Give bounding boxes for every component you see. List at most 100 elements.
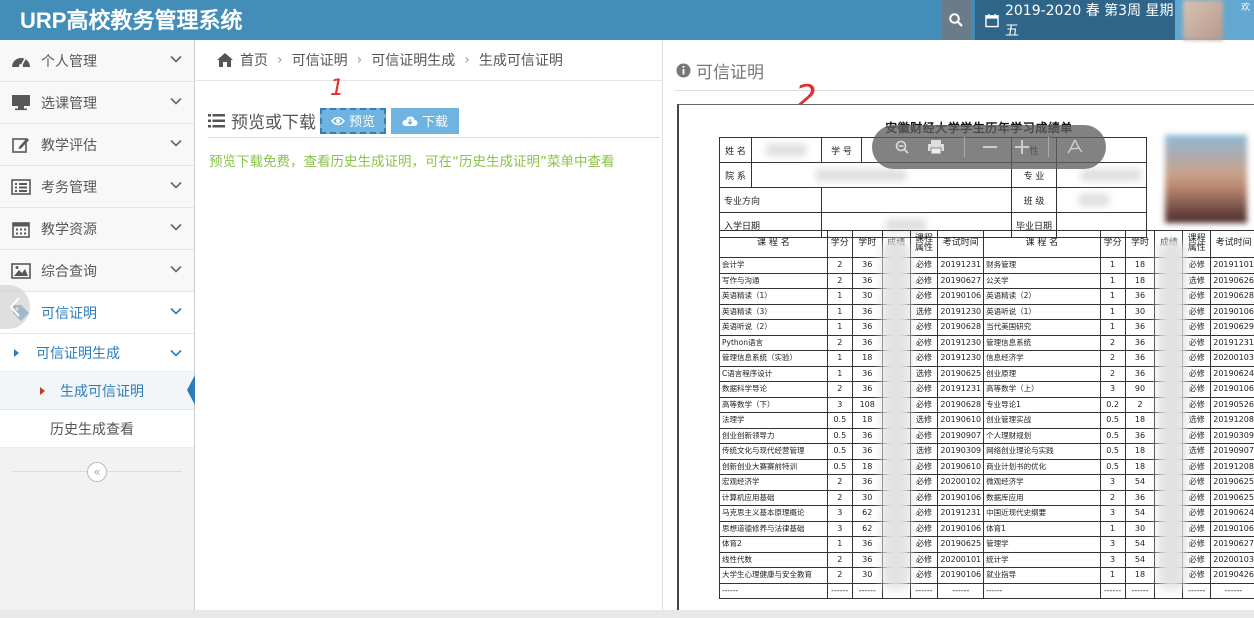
zoom-out-icon[interactable] (895, 140, 909, 154)
table-cell: 选修 (1182, 272, 1212, 289)
table-cell: 1 (1099, 303, 1126, 320)
table-cell: 54 (1124, 551, 1156, 568)
table-cell: 2 (826, 567, 853, 584)
home-icon[interactable] (216, 52, 234, 68)
sidebar-subgroup-generate[interactable]: 可信证明生成 (0, 334, 194, 372)
table-cell: 英语精读（3） (719, 303, 828, 320)
breadcrumb-credential-generate[interactable]: 可信证明生成 (371, 50, 455, 70)
grades-header-cell: 课程属性 (909, 230, 939, 258)
table-cell: 会计学 (719, 257, 828, 274)
table-cell: 必修 (1182, 505, 1212, 522)
user-menu[interactable]: 欢 (1175, 0, 1254, 40)
sidebar-subitem-generate-credential[interactable]: 生成可信证明 (0, 372, 195, 410)
table-cell: 1 (826, 319, 853, 336)
table-cell: 0.5 (1099, 412, 1126, 429)
sidebar-item-evaluation[interactable]: 教学评估 (0, 124, 194, 166)
table-cell: Python语言 (719, 334, 828, 351)
grades-header-cell: 课 程 名 (719, 230, 828, 258)
pdf-viewer-toolbar (872, 125, 1106, 169)
table-cell: 1 (1099, 567, 1126, 584)
minus-icon[interactable] (982, 145, 997, 149)
sidebar-item-course-selection[interactable]: 选课管理 (0, 82, 194, 124)
table-cell: 计算机应用基础 (719, 489, 828, 506)
download-button[interactable]: 下载 (391, 107, 460, 134)
pdf-acrobat-icon[interactable] (1067, 139, 1083, 155)
table-cell: 公关学 (983, 272, 1101, 289)
plus-icon[interactable] (1015, 140, 1030, 154)
table-cell: 20190426 (1210, 567, 1254, 584)
redacted-grades-left (882, 240, 910, 590)
print-icon[interactable] (927, 139, 945, 155)
preview-button[interactable]: 预览 (320, 107, 387, 134)
table-cell: 必修 (909, 319, 939, 336)
table-cell: 2 (826, 272, 853, 289)
calendar-icon (10, 219, 32, 239)
breadcrumb-credential[interactable]: 可信证明 (292, 50, 348, 70)
table-cell: 20190628 (1210, 288, 1254, 305)
term-indicator[interactable]: 2019-2020 春 第3周 星期五 (975, 0, 1175, 40)
table-cell: 20190626 (1210, 272, 1254, 289)
table-cell: 1 (826, 350, 853, 367)
calendar-icon (985, 13, 999, 27)
table-cell: 英语听说（1） (983, 303, 1101, 320)
table-cell: 必修 (1182, 551, 1212, 568)
table-cell: 18 (1124, 272, 1156, 289)
table-cell: 20190624 (1210, 505, 1254, 522)
table-cell: 管理信息系统 (983, 334, 1101, 351)
table-cell: 体育2 (719, 536, 828, 553)
sidebar-item-exams[interactable]: 考务管理 (0, 166, 194, 208)
table-cell: 20190627 (937, 272, 985, 289)
breadcrumb-separator: › (356, 52, 363, 68)
table-cell: 20190624 (1210, 365, 1254, 382)
sidebar-item-query[interactable]: 综合查询 (0, 250, 194, 292)
table-cell: 62 (851, 505, 883, 522)
table-cell: 必修 (1182, 458, 1212, 475)
chevron-down-icon (170, 55, 182, 63)
table-cell: 必修 (1182, 303, 1212, 320)
table-cell: 36 (851, 319, 883, 336)
sidebar-collapse-button[interactable]: « (0, 448, 194, 496)
table-cell: 选修 (1182, 412, 1212, 429)
table-cell: 0.5 (826, 443, 853, 460)
table-cell: 必修 (1182, 427, 1212, 444)
table-cell: 2 (826, 257, 853, 274)
table-cell: ------ (719, 582, 828, 599)
sidebar-item-resources[interactable]: 教学资源 (0, 208, 194, 250)
table-cell: 36 (851, 381, 883, 398)
breadcrumb-home[interactable]: 首页 (240, 50, 268, 70)
table-cell: 36 (1124, 288, 1156, 305)
table-cell: 必修 (909, 350, 939, 367)
table-cell: 2 (826, 551, 853, 568)
table-cell: 18 (1124, 412, 1156, 429)
credential-preview-pane: 可信证明 2 安徽财经大学学生历年学习成绩单 姓 名 学 号 性 院 系 专 业… (662, 40, 1254, 610)
table-cell: 3 (1099, 536, 1126, 553)
transcript-document[interactable]: 安徽财经大学学生历年学习成绩单 姓 名 学 号 性 院 系 专 业 专业方向 班… (677, 104, 1254, 610)
sidebar-item-label: 选课管理 (41, 95, 97, 112)
table-cell: 必修 (909, 272, 939, 289)
sidebar-item-personal[interactable]: 个人管理 (0, 40, 194, 82)
horizontal-scrollbar[interactable] (0, 610, 1254, 618)
table-cell: 当代美国研究 (983, 319, 1101, 336)
table-cell: 20190309 (1210, 427, 1254, 444)
table-cell: 3 (826, 505, 853, 522)
app-title[interactable]: URP高校教务管理系统 (20, 3, 242, 35)
download-button-label: 下载 (422, 115, 449, 130)
avatar (1183, 0, 1223, 40)
eye-icon (331, 116, 345, 125)
chevron-down-icon (170, 265, 182, 273)
cloud-download-icon (402, 115, 418, 126)
redacted-grades-right (1158, 240, 1186, 590)
table-cell: 36 (851, 551, 883, 568)
preview-button-label: 预览 (349, 115, 376, 130)
desktop-icon (10, 93, 32, 113)
table-cell: 36 (1124, 365, 1156, 382)
table-cell: 20191231 (1210, 334, 1254, 351)
table-cell: 20190106 (937, 520, 985, 537)
table-cell: 数据库应用 (983, 489, 1101, 506)
grades-header-cell: 学分 (1099, 230, 1126, 258)
table-cell: 必修 (1182, 319, 1212, 336)
sidebar-subitem-history[interactable]: 历史生成查看 (0, 410, 194, 448)
search-button[interactable] (941, 0, 971, 40)
table-cell: 20190106 (937, 567, 985, 584)
table-cell: 2 (826, 474, 853, 491)
